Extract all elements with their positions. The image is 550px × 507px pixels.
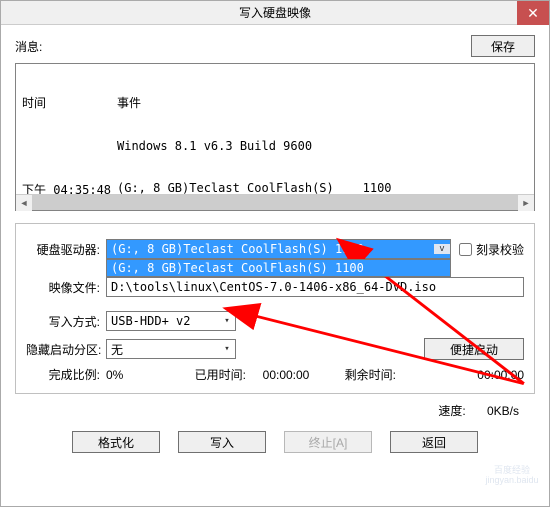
image-label: 映像文件: xyxy=(26,279,106,296)
close-button[interactable]: ✕ xyxy=(517,1,549,25)
done-label: 完成比例: xyxy=(26,366,106,383)
log-row: 下午 04:35:48 (G:, 8 GB)Teclast CoolFlash(… xyxy=(22,181,528,194)
scroll-thumb[interactable] xyxy=(32,195,518,210)
log-col-time: 时间 xyxy=(22,94,117,111)
log-col-event: 事件 xyxy=(117,94,141,111)
hide-boot-combo[interactable]: 无 ▾ xyxy=(106,339,236,359)
messages-label: 消息: xyxy=(15,38,471,55)
remain-value: 00:00:00 xyxy=(396,368,524,382)
format-button[interactable]: 格式化 xyxy=(72,431,160,453)
write-mode-combo[interactable]: USB-HDD+ v2 ▾ xyxy=(106,311,236,331)
image-file-input[interactable] xyxy=(106,277,524,297)
elapsed-label: 已用时间: xyxy=(176,366,246,383)
chevron-down-icon: ▾ xyxy=(219,316,235,326)
back-button[interactable]: 返回 xyxy=(390,431,478,453)
chevron-down-icon: ▾ xyxy=(219,344,235,354)
speed-value: 0KB/s xyxy=(469,404,519,418)
chevron-down-icon: v xyxy=(434,244,450,254)
verify-checkbox[interactable]: 刻录校验 xyxy=(459,241,524,258)
settings-group: 硬盘驱动器: (G:, 8 GB)Teclast CoolFlash(S) 11… xyxy=(15,223,535,394)
scroll-left-icon[interactable]: ◄ xyxy=(16,195,32,211)
save-button[interactable]: 保存 xyxy=(471,35,535,57)
drive-combo[interactable]: (G:, 8 GB)Teclast CoolFlash(S) 1100 v (G… xyxy=(106,239,451,259)
abort-button[interactable]: 终止[A] xyxy=(284,431,372,453)
drive-combo-list[interactable]: (G:, 8 GB)Teclast CoolFlash(S) 1100 xyxy=(106,259,451,277)
write-button[interactable]: 写入 xyxy=(178,431,266,453)
h-scrollbar[interactable]: ◄ ► xyxy=(16,194,534,210)
drive-label: 硬盘驱动器: xyxy=(26,241,106,258)
window-title: 写入硬盘映像 xyxy=(239,4,311,21)
hide-boot-label: 隐藏启动分区: xyxy=(26,341,106,358)
log-row: Windows 8.1 v6.3 Build 9600 xyxy=(22,139,528,153)
watermark: 百度经验jingyan.baidu xyxy=(481,466,543,502)
done-value: 0% xyxy=(106,368,176,382)
titlebar: 写入硬盘映像 ✕ xyxy=(1,1,549,25)
quick-boot-button[interactable]: 便捷启动 xyxy=(424,338,524,360)
close-icon: ✕ xyxy=(527,6,539,20)
speed-label: 速度: xyxy=(438,404,465,418)
log-panel[interactable]: 时间 事件 Windows 8.1 v6.3 Build 9600 下午 04:… xyxy=(15,63,535,211)
remain-label: 剩余时间: xyxy=(326,366,396,383)
scroll-right-icon[interactable]: ► xyxy=(518,195,534,211)
write-mode-label: 写入方式: xyxy=(26,313,106,330)
elapsed-value: 00:00:00 xyxy=(246,368,326,382)
